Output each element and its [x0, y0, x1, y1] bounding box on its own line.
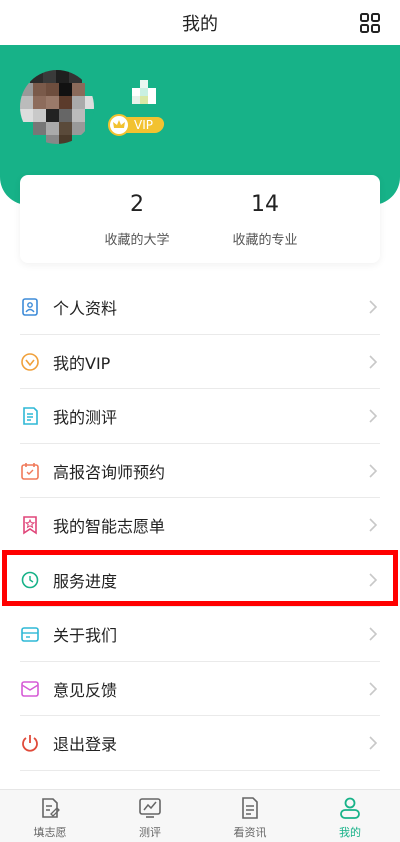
menu-item-assessment[interactable]: 我的测评 — [20, 389, 380, 444]
menu-item-feedback[interactable]: 意见反馈 — [20, 662, 380, 716]
chevron-right-icon — [369, 681, 378, 696]
chevron-right-icon — [369, 463, 378, 478]
logout-icon — [22, 735, 38, 752]
top-bar: 我的 — [0, 0, 400, 45]
stat-value: 2 — [130, 192, 144, 217]
chevron-right-icon — [369, 518, 378, 532]
tab-news[interactable]: 看资讯 — [210, 796, 290, 840]
tab-assessment[interactable]: 测评 — [110, 796, 190, 840]
vip-icon — [21, 352, 39, 371]
menu-label: 高报咨询师预约 — [53, 462, 166, 482]
bottom-tab-bar: 填志愿 测评 看资讯 我的 — [0, 789, 400, 842]
feedback-icon — [21, 680, 39, 697]
stat-value: 14 — [251, 192, 279, 217]
chevron-right-icon — [369, 627, 378, 641]
page-title: 我的 — [182, 14, 218, 35]
tab-label: 我的 — [339, 826, 361, 839]
menu-item-appointment[interactable]: 高报咨询师预约 — [20, 444, 380, 498]
chevron-right-icon — [369, 736, 378, 750]
username-mosaic — [132, 80, 156, 104]
user-icon — [340, 797, 360, 819]
menu-label: 退出登录 — [53, 735, 118, 754]
chart-icon — [139, 798, 161, 818]
crown-icon — [108, 114, 130, 136]
document-icon — [242, 797, 258, 819]
stats-card: 2 收藏的大学 14 收藏的专业 — [20, 175, 380, 263]
highlight-box — [2, 550, 398, 606]
menu-label: 意见反馈 — [53, 680, 118, 700]
menu-item-profile[interactable]: 个人资料 — [20, 280, 380, 335]
stat-label: 收藏的专业 — [232, 233, 298, 248]
vip-badge[interactable]: VIP — [108, 114, 166, 136]
menu-label: 我的测评 — [53, 408, 118, 427]
stat-saved-majors[interactable]: 14 收藏的专业 — [200, 191, 330, 248]
chevron-right-icon — [369, 409, 378, 423]
menu-item-about[interactable]: 关于我们 — [20, 607, 380, 662]
tab-label: 看资讯 — [233, 826, 267, 839]
menu-item-wishlist[interactable]: 我的智能志愿单 — [20, 498, 380, 553]
assessment-icon — [23, 407, 38, 425]
vip-label: VIP — [134, 118, 153, 132]
about-icon — [21, 627, 39, 642]
chevron-right-icon — [369, 354, 378, 369]
grid-menu-icon[interactable] — [360, 13, 380, 33]
tab-label: 测评 — [139, 826, 161, 839]
tab-fill-application[interactable]: 填志愿 — [10, 796, 90, 840]
menu-item-logout[interactable]: 退出登录 — [20, 716, 380, 771]
avatar[interactable] — [20, 70, 94, 144]
stat-label: 收藏的大学 — [104, 233, 170, 248]
menu-label: 关于我们 — [53, 626, 118, 645]
appointment-icon — [21, 462, 39, 480]
wishlist-icon — [23, 516, 37, 535]
menu-label: 我的VIP — [53, 353, 111, 373]
tab-label: 填志愿 — [33, 826, 67, 839]
chevron-right-icon — [369, 300, 378, 314]
edit-form-icon — [42, 798, 60, 818]
stat-saved-universities[interactable]: 2 收藏的大学 — [72, 191, 202, 248]
menu-item-vip[interactable]: 我的VIP — [20, 335, 380, 389]
menu-label: 我的智能志愿单 — [53, 517, 166, 536]
settings-menu: 个人资料 我的VIP 我的测评 高报咨询师预约 我的智能志愿单 服务进度 关于我… — [20, 280, 380, 771]
menu-label: 个人资料 — [53, 299, 118, 318]
tab-me[interactable]: 我的 — [310, 796, 390, 840]
profile-icon — [22, 298, 38, 316]
